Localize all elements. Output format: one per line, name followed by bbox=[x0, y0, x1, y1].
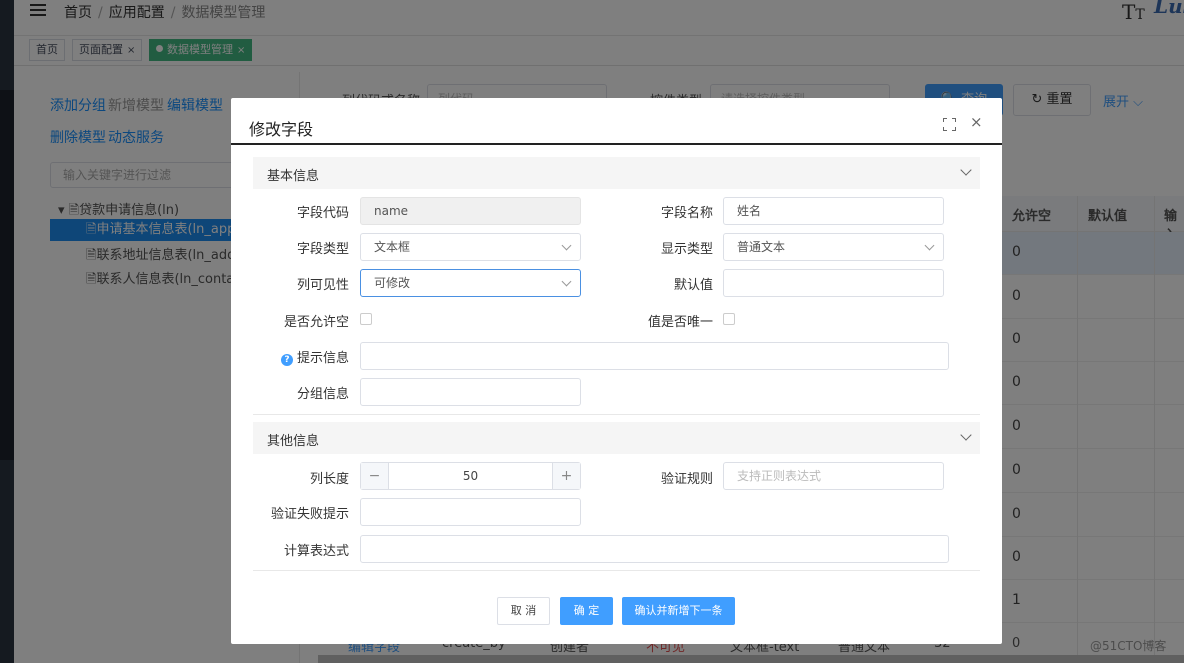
column-length-label: 列长度 bbox=[309, 472, 349, 487]
column-length-stepper[interactable]: − 50 + bbox=[360, 462, 581, 490]
fullscreen-icon[interactable] bbox=[943, 118, 956, 131]
validation-rule-label: 验证规则 bbox=[660, 472, 713, 487]
section-title: 其他信息 bbox=[267, 434, 320, 449]
dialog-divider bbox=[231, 143, 1002, 145]
section-basic-info[interactable]: 基本信息 bbox=[253, 157, 980, 189]
field-type-select[interactable]: 文本框 bbox=[360, 233, 581, 261]
field-type-value: 文本框 bbox=[374, 240, 411, 254]
increase-button[interactable]: + bbox=[552, 463, 580, 489]
column-visibility-value: 可修改 bbox=[374, 276, 411, 290]
validation-rule-input[interactable]: 支持正则表达式 bbox=[723, 462, 944, 490]
dialog-title: 修改字段 bbox=[249, 120, 314, 139]
column-length-value[interactable]: 50 bbox=[389, 463, 552, 489]
display-type-select[interactable]: 普通文本 bbox=[723, 233, 944, 261]
close-icon[interactable]: × bbox=[970, 113, 983, 131]
chevron-down-icon[interactable] bbox=[960, 429, 972, 441]
chevron-down-icon[interactable] bbox=[960, 164, 972, 176]
validation-message-label: 验证失败提示 bbox=[270, 507, 349, 522]
unique-label: 值是否唯一 bbox=[647, 315, 713, 330]
hint-label: ? 提示信息 bbox=[239, 347, 349, 366]
group-label: 分组信息 bbox=[296, 387, 349, 402]
confirm-button[interactable]: 确 定 bbox=[560, 597, 613, 625]
expression-input[interactable] bbox=[360, 535, 949, 563]
field-code-input: name bbox=[360, 197, 581, 225]
default-value-input[interactable] bbox=[723, 269, 944, 297]
unique-checkbox[interactable] bbox=[723, 313, 735, 325]
chevron-down-icon bbox=[561, 240, 572, 251]
display-type-label: 显示类型 bbox=[660, 242, 713, 257]
validation-message-input[interactable] bbox=[360, 498, 581, 526]
expression-label: 计算表达式 bbox=[283, 544, 349, 559]
default-value-label: 默认值 bbox=[673, 278, 713, 293]
group-input[interactable] bbox=[360, 378, 581, 406]
column-visibility-label: 列可见性 bbox=[296, 278, 349, 293]
allow-null-label: 是否允许空 bbox=[283, 315, 349, 330]
section-title: 基本信息 bbox=[267, 169, 320, 184]
hint-input[interactable] bbox=[360, 342, 949, 370]
question-icon[interactable]: ? bbox=[280, 354, 293, 366]
chevron-down-icon bbox=[561, 276, 572, 287]
cancel-button[interactable]: 取 消 bbox=[497, 597, 550, 625]
decrease-button[interactable]: − bbox=[361, 463, 389, 489]
section-other-info[interactable]: 其他信息 bbox=[253, 422, 980, 454]
column-visibility-select[interactable]: 可修改 bbox=[360, 269, 581, 297]
display-type-value: 普通文本 bbox=[737, 240, 786, 254]
field-name-input[interactable]: 姓名 bbox=[723, 197, 944, 225]
field-code-label: 字段代码 bbox=[296, 206, 349, 221]
chevron-down-icon bbox=[924, 240, 935, 251]
confirm-and-add-next-button[interactable]: 确认并新增下一条 bbox=[622, 597, 735, 625]
allow-null-checkbox[interactable] bbox=[360, 313, 372, 325]
field-type-label: 字段类型 bbox=[296, 242, 349, 257]
field-name-label: 字段名称 bbox=[660, 206, 713, 221]
edit-field-dialog: 修改字段 × 基本信息 字段代码 name 字段名称 姓名 字段类型 文本框 显… bbox=[231, 98, 1002, 644]
